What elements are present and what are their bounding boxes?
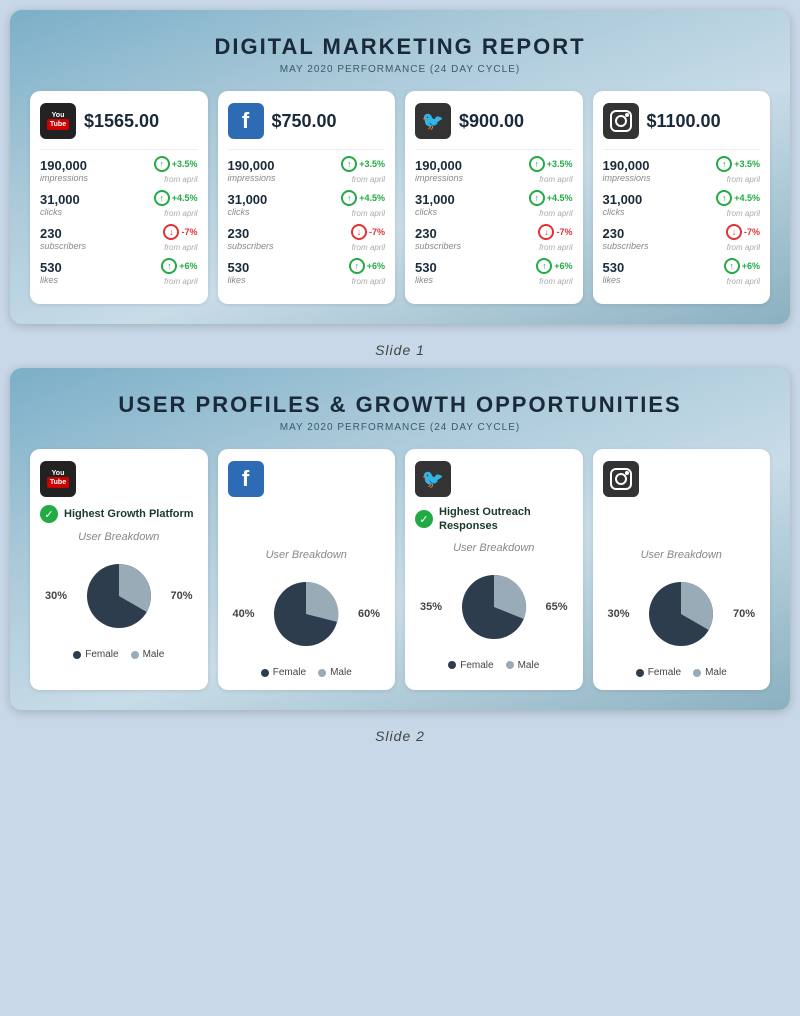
twitter-likes-row: 530likes ↑+6%from april — [415, 258, 573, 286]
twitter-price: $900.00 — [459, 111, 524, 132]
youtube-badge-text: Highest Growth Platform — [64, 507, 194, 521]
twitter-pie-right: 65% — [545, 601, 567, 613]
youtube-card: You Tube $1565.00 190,000impressions ↑+3… — [30, 91, 208, 304]
twitter-clicks-row: 31,000clicks ↑+4.5%from april — [415, 190, 573, 218]
slide2-cards-grid: You Tube ✓ Highest Growth Platform User … — [30, 449, 770, 690]
twitter-breakdown-label: User Breakdown — [415, 542, 573, 554]
instagram-icon — [603, 103, 639, 139]
youtube-badge-row: ✓ Highest Growth Platform — [40, 505, 198, 523]
facebook-clicks-row: 31,000clicks ↑+4.5%from april — [228, 190, 386, 218]
youtube-header: You Tube $1565.00 — [40, 103, 198, 139]
instagram-card: $1100.00 190,000impressions ↑+3.5%from a… — [593, 91, 771, 304]
instagram-pie-right: 70% — [733, 608, 755, 620]
instagram-price: $1100.00 — [647, 111, 721, 132]
facebook-pie-right: 60% — [358, 608, 380, 620]
twitter-card: 🐦 $900.00 190,000impressions ↑+3.5%from … — [405, 91, 583, 304]
facebook-header: f $750.00 — [228, 103, 386, 139]
instagram-header: $1100.00 — [603, 103, 761, 139]
twitter-pie-left: 35% — [420, 601, 442, 613]
instagram-likes-row: 530likes ↑+6%from april — [603, 258, 761, 286]
youtube-price: $1565.00 — [84, 111, 159, 132]
twitter-pie-svg — [454, 567, 534, 647]
instagram-clicks-row: 31,000clicks ↑+4.5%from april — [603, 190, 761, 218]
facebook-icon: f — [228, 103, 264, 139]
facebook-price: $750.00 — [272, 111, 337, 132]
twitter-icon: 🐦 — [415, 103, 451, 139]
facebook-legend: Female Male — [228, 667, 386, 678]
slide2-title: USER PROFILES & GROWTH OPPORTUNITIES — [30, 392, 770, 418]
youtube-check-badge: ✓ — [40, 505, 58, 523]
facebook-card-2: f User Breakdown 40% 60% Female Male — [218, 449, 396, 690]
twitter-legend: Female Male — [415, 660, 573, 671]
youtube-pie-svg — [79, 556, 159, 636]
facebook-breakdown-label: User Breakdown — [228, 549, 386, 561]
facebook-card: f $750.00 190,000impressions ↑+3.5%from … — [218, 91, 396, 304]
youtube-clicks-row: 31,000clicks ↑+4.5%from april — [40, 190, 198, 218]
slide1-number: Slide 1 — [10, 342, 790, 358]
instagram-impressions-row: 190,000impressions ↑+3.5%from april — [603, 156, 761, 184]
facebook-pie-left: 40% — [233, 608, 255, 620]
instagram-card-2: User Breakdown 30% 70% Female Male — [593, 449, 771, 690]
twitter-badge-text: Highest Outreach Responses — [439, 505, 573, 534]
slide1-subtitle: MAY 2020 PERFORMANCE (24 DAY CYCLE) — [30, 64, 770, 75]
slide-2: USER PROFILES & GROWTH OPPORTUNITIES MAY… — [10, 368, 790, 710]
youtube-breakdown-label: User Breakdown — [40, 531, 198, 543]
youtube-pie: 30% 70% — [40, 551, 198, 641]
youtube-pie-left: 30% — [45, 590, 67, 602]
instagram-pie-svg — [641, 574, 721, 654]
facebook-subscribers-row: 230subscribers ↓-7%from april — [228, 224, 386, 252]
facebook-pie-svg — [266, 574, 346, 654]
youtube-card-2: You Tube ✓ Highest Growth Platform User … — [30, 449, 208, 690]
slide1-cards-grid: You Tube $1565.00 190,000impressions ↑+3… — [30, 91, 770, 304]
youtube-legend: Female Male — [40, 649, 198, 660]
facebook-impressions-row: 190,000impressions ↑+3.5%from april — [228, 156, 386, 184]
twitter-card-2: 🐦 ✓ Highest Outreach Responses User Brea… — [405, 449, 583, 690]
twitter-pie: 35% 65% — [415, 562, 573, 652]
twitter-impressions-row: 190,000impressions ↑+3.5%from april — [415, 156, 573, 184]
instagram-icon-2 — [603, 461, 639, 497]
facebook-pie: 40% 60% — [228, 569, 386, 659]
instagram-breakdown-label: User Breakdown — [603, 549, 761, 561]
slide-1: DIGITAL MARKETING REPORT MAY 2020 PERFOR… — [10, 10, 790, 324]
youtube-icon-2: You Tube — [40, 461, 76, 497]
youtube-subscribers-row: 230subscribers ↓-7%from april — [40, 224, 198, 252]
instagram-pie-left: 30% — [608, 608, 630, 620]
youtube-impressions-row: 190,000impressions ↑+3.5%from april — [40, 156, 198, 184]
instagram-legend: Female Male — [603, 667, 761, 678]
youtube-icon: You Tube — [40, 103, 76, 139]
youtube-likes-row: 530likes ↑+6%from april — [40, 258, 198, 286]
facebook-likes-row: 530likes ↑+6%from april — [228, 258, 386, 286]
twitter-subscribers-row: 230subscribers ↓-7%from april — [415, 224, 573, 252]
instagram-pie: 30% 70% — [603, 569, 761, 659]
facebook-icon-2: f — [228, 461, 264, 497]
twitter-header: 🐦 $900.00 — [415, 103, 573, 139]
twitter-check-badge: ✓ — [415, 510, 433, 528]
twitter-icon-2: 🐦 — [415, 461, 451, 497]
instagram-subscribers-row: 230subscribers ↓-7%from april — [603, 224, 761, 252]
slide2-number: Slide 2 — [10, 728, 790, 744]
twitter-badge-row: ✓ Highest Outreach Responses — [415, 505, 573, 534]
slide1-title: DIGITAL MARKETING REPORT — [30, 34, 770, 60]
slide2-subtitle: MAY 2020 PERFORMANCE (24 DAY CYCLE) — [30, 422, 770, 433]
youtube-pie-right: 70% — [170, 590, 192, 602]
